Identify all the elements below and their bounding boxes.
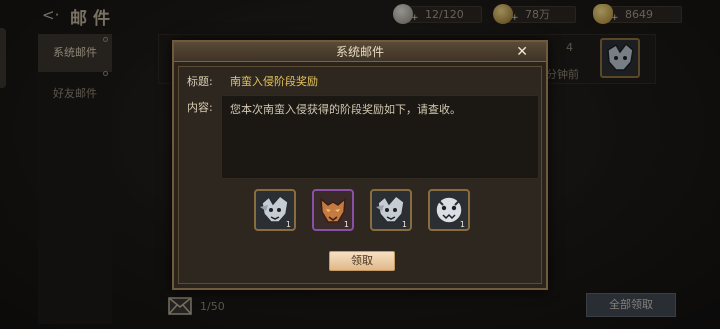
content-label: 内容: [187, 101, 213, 114]
reward-item[interactable]: 1 [312, 189, 354, 231]
subject-label: 标题: [187, 75, 213, 88]
reward-item[interactable]: 1 [254, 189, 296, 231]
dialog-body: 标题: 南蛮入侵阶段奖励 内容: 您本次南蛮入侵获得的阶段奖励如下，请查收。 1… [178, 66, 542, 284]
reward-qty: 1 [343, 220, 349, 229]
reward-item[interactable]: 1 [428, 189, 470, 231]
reward-qty: 1 [285, 220, 291, 229]
close-icon[interactable]: ✕ [516, 42, 528, 62]
content-box: 您本次南蛮入侵获得的阶段奖励如下，请查收。 [221, 95, 539, 179]
claim-button[interactable]: 领取 [329, 251, 395, 271]
content-text: 您本次南蛮入侵获得的阶段奖励如下，请查收。 [230, 103, 461, 116]
system-mail-dialog: 系统邮件 ✕ 标题: 南蛮入侵阶段奖励 内容: 您本次南蛮入侵获得的阶段奖励如下… [172, 40, 548, 290]
subject-value: 南蛮入侵阶段奖励 [230, 75, 318, 88]
dialog-title: 系统邮件 [335, 45, 384, 59]
reward-item[interactable]: 1 [370, 189, 412, 231]
reward-qty: 1 [459, 220, 465, 229]
dialog-header: 系统邮件 ✕ [174, 42, 546, 62]
reward-qty: 1 [401, 220, 407, 229]
